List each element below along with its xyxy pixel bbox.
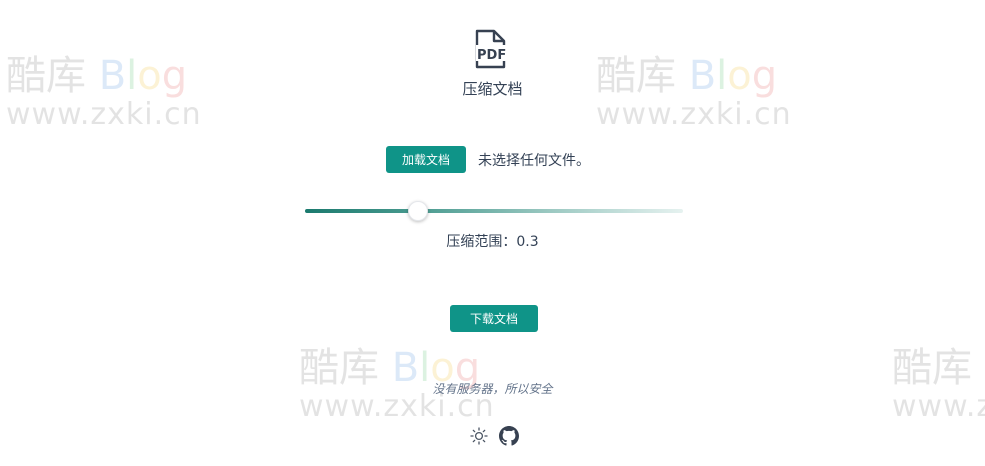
footer-note: 没有服务器，所以安全	[432, 382, 553, 396]
file-status-text: 未选择任何文件。	[478, 152, 591, 169]
slider-track[interactable]	[305, 209, 683, 213]
svg-text:PDF: PDF	[477, 48, 506, 63]
slider-thumb[interactable]	[408, 201, 429, 221]
download-wrap: 下载文档	[450, 305, 538, 332]
load-document-button[interactable]: 加载文档	[386, 146, 467, 173]
page: 酷库 Blog www.zxki.cn 酷库 Blog www.zxki.cn …	[0, 0, 985, 466]
footer-icons	[469, 426, 519, 446]
compression-range-label: 压缩范围：0.3	[446, 234, 539, 250]
download-document-button[interactable]: 下载文档	[450, 305, 538, 332]
upload-row: 加载文档 未选择任何文件。	[386, 146, 590, 173]
page-title: 压缩文档	[462, 80, 523, 98]
pdf-file-icon: PDF	[472, 28, 514, 70]
github-icon[interactable]	[499, 426, 519, 446]
sun-icon[interactable]	[469, 426, 489, 446]
compression-slider[interactable]	[305, 201, 683, 221]
